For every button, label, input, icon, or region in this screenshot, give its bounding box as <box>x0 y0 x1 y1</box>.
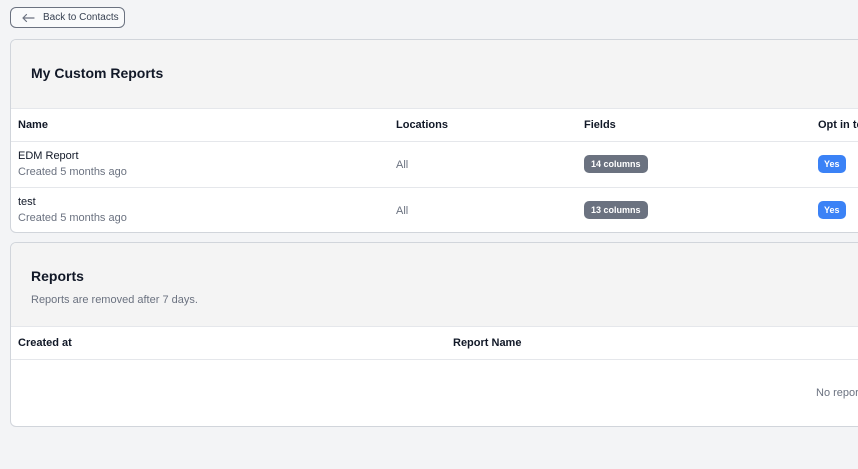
column-header-name: Name <box>18 119 48 131</box>
reports-header: Reports Reports are removed after 7 days… <box>11 243 858 327</box>
opt-in-badge: Yes <box>818 155 846 173</box>
report-created: Created 5 months ago <box>18 166 127 178</box>
back-button-label: Back to Contacts <box>43 12 119 23</box>
reports-title: Reports <box>31 268 84 284</box>
custom-reports-header: My Custom Reports <box>11 40 858 109</box>
table-row[interactable]: EDM Report Created 5 months ago All 14 c… <box>11 142 858 188</box>
column-header-created-at: Created at <box>18 337 72 349</box>
table-row[interactable]: test Created 5 months ago All 13 columns… <box>11 188 858 232</box>
fields-badge: 13 columns <box>584 201 648 219</box>
opt-in-badge: Yes <box>818 201 846 219</box>
reports-card: Reports Reports are removed after 7 days… <box>10 242 858 427</box>
back-to-contacts-button[interactable]: Back to Contacts <box>10 7 125 28</box>
report-name[interactable]: EDM Report <box>18 150 79 162</box>
custom-reports-title: My Custom Reports <box>31 65 164 81</box>
empty-state-text: No reports <box>816 387 858 399</box>
report-locations: All <box>396 205 409 217</box>
reports-table-header: Created at Report Name <box>11 327 858 360</box>
empty-state-row: No reports <box>11 360 858 426</box>
custom-reports-card: My Custom Reports Name Locations Fields … <box>10 39 858 233</box>
column-header-report-name: Report Name <box>453 337 522 349</box>
report-created: Created 5 months ago <box>18 212 127 224</box>
column-header-fields: Fields <box>584 119 616 131</box>
arrow-left-icon <box>22 13 35 22</box>
custom-reports-table-header: Name Locations Fields Opt in to <box>11 109 858 142</box>
column-header-opt-in: Opt in to <box>818 119 858 131</box>
column-header-locations: Locations <box>396 119 448 131</box>
report-name[interactable]: test <box>18 196 36 208</box>
reports-subtitle: Reports are removed after 7 days. <box>31 294 198 306</box>
report-locations: All <box>396 159 409 171</box>
fields-badge: 14 columns <box>584 155 648 173</box>
